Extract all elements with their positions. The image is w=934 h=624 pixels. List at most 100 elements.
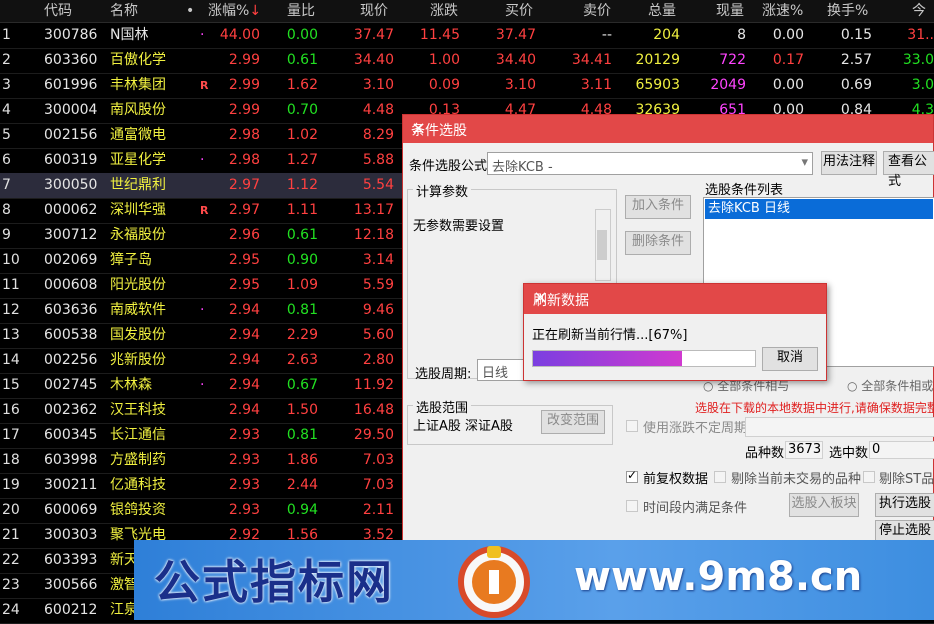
cell-vol: 65903 (635, 77, 680, 93)
cell-spd: 0.17 (772, 52, 804, 68)
change-scope-button[interactable]: 改变范围 (541, 410, 605, 434)
col-header-turnover[interactable]: 换手% (827, 2, 868, 20)
use-period-checkbox[interactable] (626, 420, 638, 432)
cell-name: 亿通科技 (110, 477, 166, 493)
cell-vr: 0.00 (286, 27, 318, 43)
col-header-ask[interactable]: 卖价 (583, 2, 611, 20)
col-header-bid[interactable]: 买价 (505, 2, 533, 20)
params-scrollbar[interactable] (595, 209, 611, 281)
close-icon[interactable]: × (411, 118, 923, 139)
table-row[interactable]: 3 601996 丰林集团 R 2.99 1.62 3.10 0.09 3.10 3.11 6590… (0, 73, 934, 99)
col-header-cur-volume[interactable]: 现量 (716, 2, 744, 20)
cell-code: 300712 (44, 227, 98, 243)
cell-chg: 2.99 (228, 102, 260, 118)
remove-st-label: 剔除ST品种 (879, 472, 934, 487)
cell-idx: 22 (2, 552, 20, 568)
col-header-price[interactable]: 现价 (360, 2, 388, 20)
cell-vr: 2.29 (286, 327, 318, 343)
adj-data-checkbox[interactable] (626, 468, 638, 483)
cell-chg: 2.97 (228, 177, 260, 193)
cell-today: 3.0 (911, 77, 934, 93)
cancel-button[interactable]: 取消 (762, 347, 818, 371)
remove-st-checkbox[interactable] (863, 471, 875, 483)
cell-code: 603393 (44, 552, 98, 568)
cell-vr: 0.94 (286, 502, 318, 518)
cell-vr: 1.12 (286, 177, 318, 193)
cell-idx: 7 (2, 177, 11, 193)
cell-price: 2.11 (362, 502, 394, 518)
cell-idx: 11 (2, 277, 20, 293)
view-formula-button[interactable]: 查看公式 (883, 151, 934, 189)
cell-idx: 6 (2, 152, 11, 168)
table-row[interactable]: 2 603360 百傲化学 2.99 0.61 34.40 1.00 34.40 34.41 20… (0, 48, 934, 74)
col-header-today[interactable]: 今 (912, 2, 926, 20)
col-header-name[interactable]: 名称 (110, 2, 138, 20)
cell-name: 丰林集团 (110, 77, 166, 93)
period-select[interactable]: 日线 (477, 359, 529, 381)
cell-code: 603998 (44, 452, 98, 468)
cell-code: 300303 (44, 527, 98, 543)
cell-ask: 34.41 (571, 52, 612, 68)
cell-vr: 0.67 (286, 377, 318, 393)
count-label: 品种数 (745, 446, 785, 461)
cell-code: 300050 (44, 177, 98, 193)
condition-list-item[interactable]: 去除KCB 日线 (705, 199, 933, 219)
col-header-code[interactable]: 代码 (44, 2, 72, 20)
adj-data-label: 前复权数据 (643, 472, 709, 487)
close-icon[interactable]: × (533, 287, 818, 308)
cell-bid: 3.10 (504, 77, 536, 93)
cell-name: 百傲化学 (110, 52, 166, 68)
cell-name: N国林 (110, 27, 149, 43)
add-to-block-button[interactable]: 选股入板块 (789, 493, 859, 517)
col-header-speed[interactable]: 涨速% (762, 2, 803, 20)
cell-diff: 1.00 (428, 52, 460, 68)
cell-idx: 5 (2, 127, 11, 143)
radio-or[interactable]: ○ 全部条件相或 (847, 377, 933, 394)
cell-price: 4.48 (362, 102, 394, 118)
col-header-volume[interactable]: 总量 (648, 2, 676, 20)
cell-code: 300211 (44, 477, 98, 493)
stop-selection-button[interactable]: 停止选股 (875, 520, 934, 542)
add-condition-button[interactable]: 加入条件 (625, 195, 691, 219)
cell-code: 300566 (44, 577, 98, 593)
cell-vr: 0.90 (286, 252, 318, 268)
cell-name: 木林森 (110, 377, 152, 393)
cell-chg: 2.94 (228, 302, 260, 318)
cell-today: 31.. (907, 27, 934, 43)
cell-code: 600538 (44, 327, 98, 343)
time-cond-checkbox[interactable] (626, 500, 638, 512)
cell-price: 9.46 (362, 302, 394, 318)
cell-idx: 14 (2, 352, 20, 368)
delete-condition-button[interactable]: 删除条件 (625, 231, 691, 255)
cell-vr: 0.61 (286, 227, 318, 243)
run-selection-button[interactable]: 执行选股 (875, 493, 934, 517)
cell-chg: 2.98 (228, 152, 260, 168)
cell-name: 方盛制药 (110, 452, 166, 468)
remove-untraded-checkbox[interactable] (714, 471, 726, 483)
scope-value: 上证A股 深证A股 (413, 419, 513, 434)
cell-chg: 2.94 (228, 377, 260, 393)
cell-name: 永福股份 (110, 227, 166, 243)
formula-select[interactable]: 去除KCB - ▾ (487, 152, 813, 175)
cell-code: 300786 (44, 27, 98, 43)
col-header-diff[interactable]: 涨跌 (430, 2, 458, 20)
cell-code: 002745 (44, 377, 98, 393)
cell-price: 34.40 (353, 52, 394, 68)
col-header-volume-ratio[interactable]: 量比 (287, 2, 315, 20)
cell-price: 13.17 (353, 202, 394, 218)
period-input[interactable] (745, 417, 934, 437)
cell-chg: 2.94 (228, 352, 260, 368)
params-group-label: 计算参数 (413, 181, 472, 200)
cell-price: 3.14 (362, 252, 394, 268)
cell-turn: 0.69 (840, 77, 872, 93)
dialog-title-bar[interactable]: 条件选股 × (403, 115, 933, 143)
usage-note-button[interactable]: 用法注释 (821, 151, 877, 175)
refresh-title-bar[interactable]: 刷新数据 × (524, 284, 826, 314)
cell-code: 600212 (44, 602, 98, 618)
cell-vr: 1.02 (286, 127, 318, 143)
table-row[interactable]: 1 300786 N国林 · 44.00 0.00 37.47 11.45 37.47 -- 204… (0, 23, 934, 49)
cell-name: 通富微电 (110, 127, 166, 143)
cell-chg: 2.99 (228, 52, 260, 68)
col-header-change-pct[interactable]: 涨幅%↓ (208, 2, 261, 20)
cell-code: 000608 (44, 277, 98, 293)
